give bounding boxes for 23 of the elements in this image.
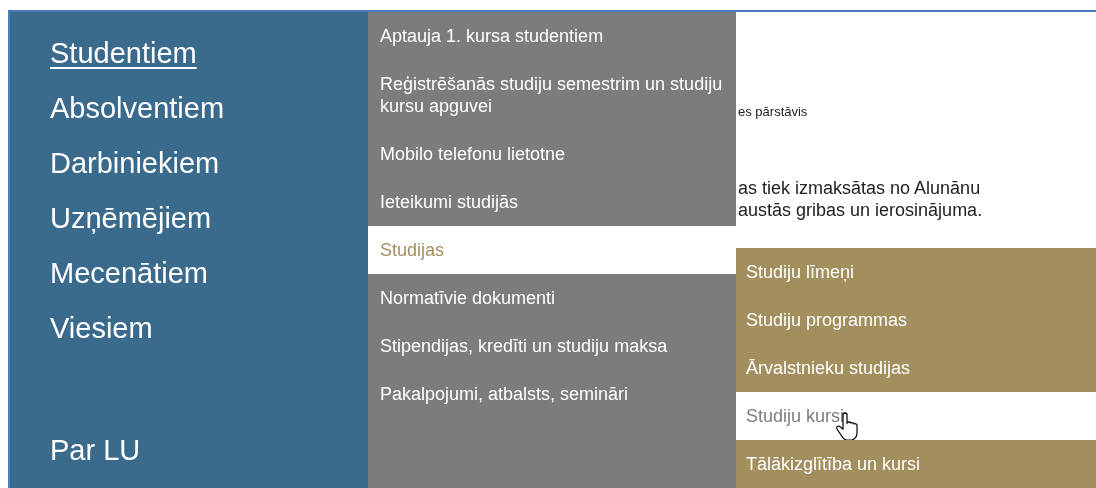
menu-item[interactable]: Stipendijas, kredīti un studiju maksa xyxy=(368,322,736,370)
menu-item[interactable]: Studiju kursi xyxy=(736,392,1096,440)
nav-link[interactable]: Darbiniekiem xyxy=(50,136,220,191)
menu-item[interactable]: Tālākizglītība un kursi xyxy=(736,440,1096,488)
paragraph-line: as tiek izmaksātas no Alunānu xyxy=(738,177,982,199)
menu-item[interactable]: Studiju programmas xyxy=(736,296,1096,344)
caption-text: es pārstāvis xyxy=(738,104,809,119)
menu-item[interactable]: Studiju līmeņi xyxy=(736,248,1096,296)
menu-item[interactable]: Aptauja 1. kursa studentiem xyxy=(368,12,736,60)
nav-link[interactable]: Studentiem xyxy=(50,26,197,81)
menu-item[interactable]: Studijas xyxy=(368,226,736,274)
menu-item[interactable]: Ieteikumi studijās xyxy=(368,178,736,226)
nav-link[interactable]: Absolventiem xyxy=(50,81,225,136)
menu-item[interactable]: Reģistrēšanās studiju semestrim un studiju kursu apguvei xyxy=(368,60,736,130)
nav-link[interactable]: Viesiem xyxy=(50,301,153,356)
menu-item[interactable]: Pakalpojumi, atbalsts, semināri xyxy=(368,370,736,418)
menu-item[interactable]: Ārvalstnieku studijas xyxy=(736,344,1096,392)
menu-item[interactable]: Mobilo telefonu lietotne xyxy=(368,130,736,178)
nav-link[interactable]: Uzņēmējiem xyxy=(50,191,212,246)
nav-link[interactable]: Par LU xyxy=(50,423,141,478)
menu-item[interactable]: Normatīvie dokumenti xyxy=(368,274,736,322)
nav-link[interactable]: Mecenātiem xyxy=(50,246,208,301)
paragraph-line: austās gribas un ierosinājuma. xyxy=(738,199,984,221)
